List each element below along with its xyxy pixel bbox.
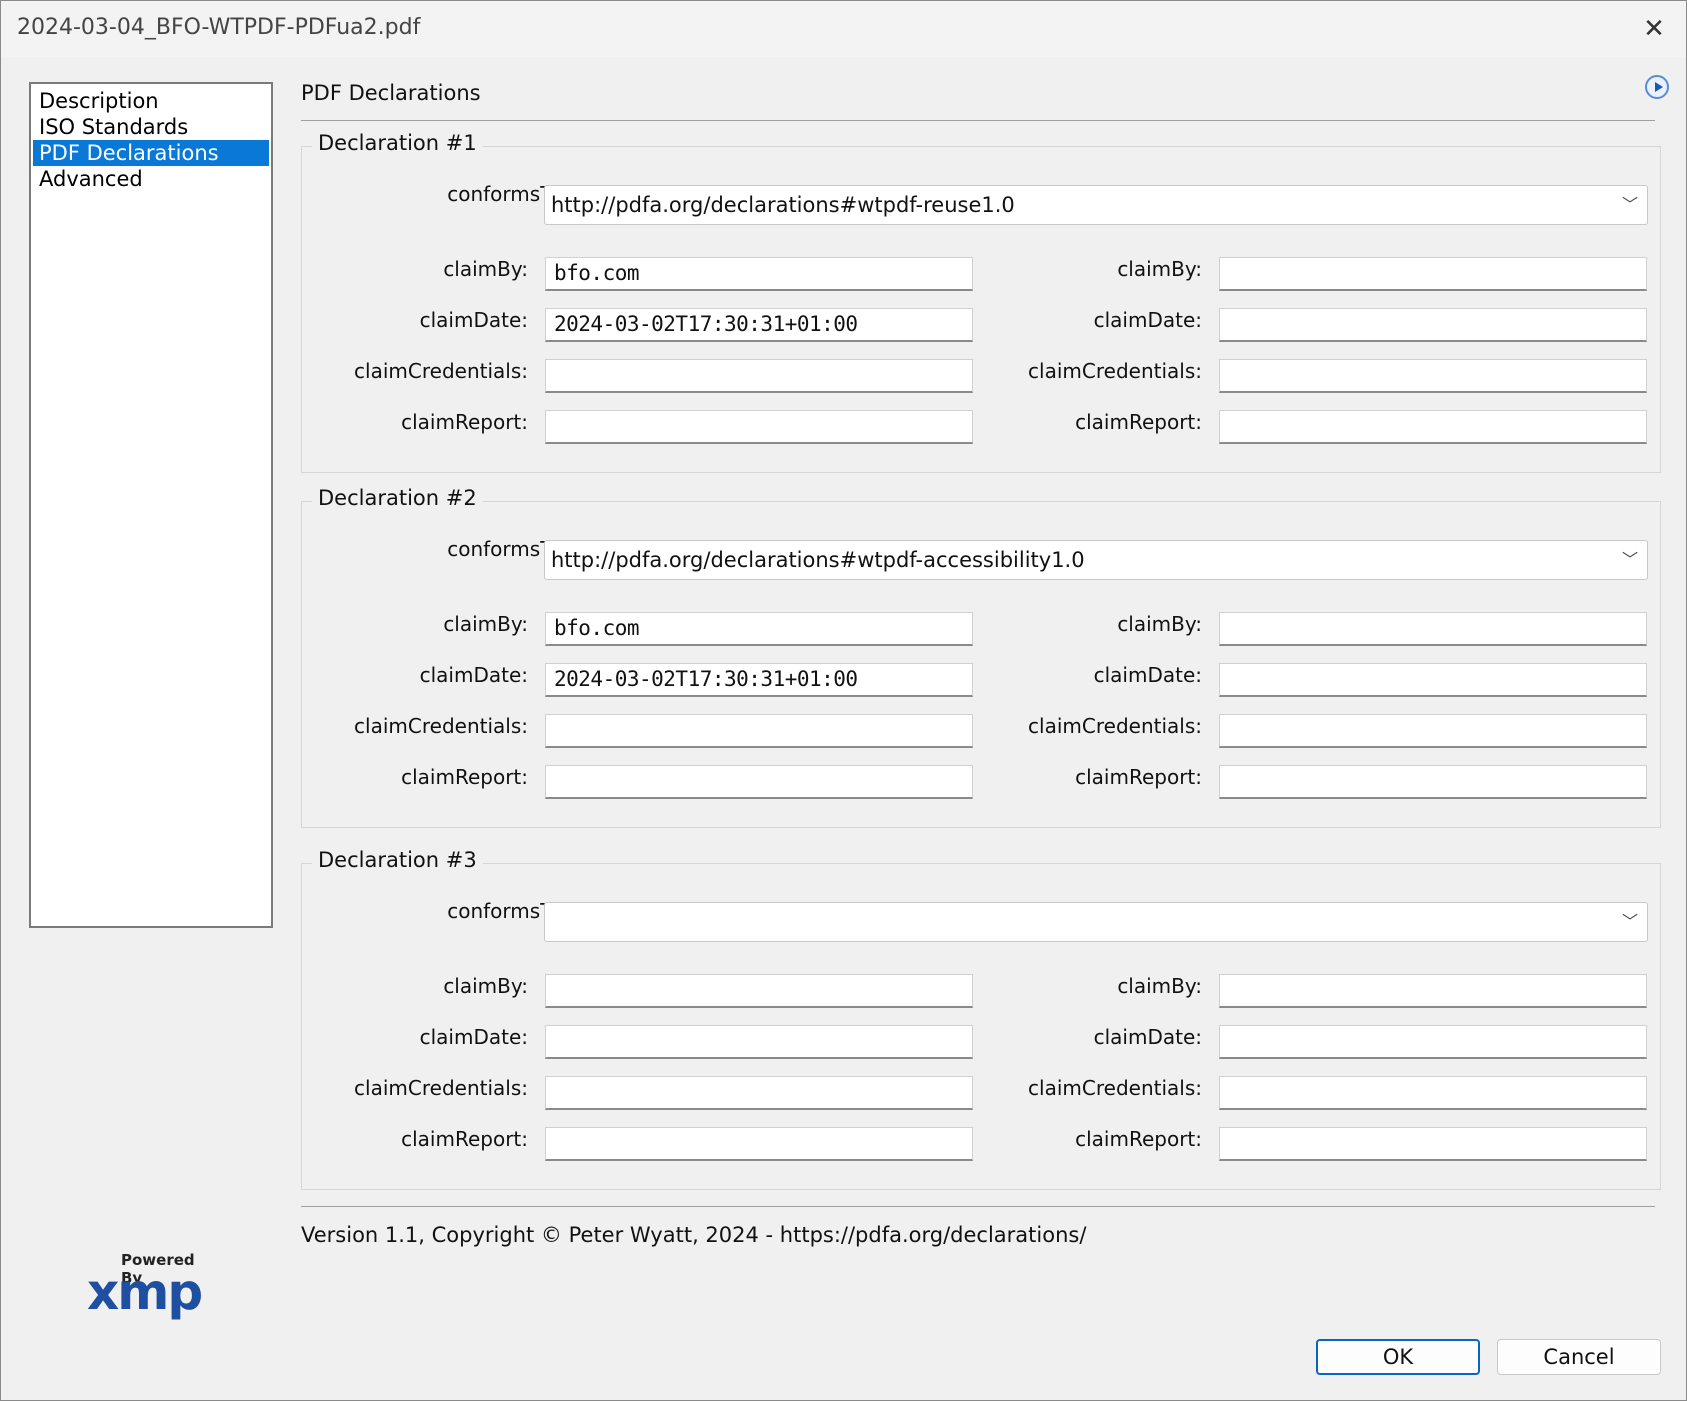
ok-button[interactable]: OK <box>1316 1339 1480 1375</box>
claim-by-field[interactable] <box>1219 612 1647 646</box>
dialog-window: 2024-03-04_BFO-WTPDF-PDFua2.pdf ✕ Descri… <box>0 0 1687 1401</box>
claim-report-label: claimReport: <box>1075 765 1202 789</box>
close-icon[interactable]: ✕ <box>1638 13 1670 45</box>
divider <box>301 120 1655 121</box>
claim-credentials-label: claimCredentials: <box>1028 1076 1202 1100</box>
claim-credentials-field[interactable] <box>1219 1076 1647 1110</box>
claim-date-field[interactable] <box>1219 663 1647 697</box>
claim-report-label: claimReport: <box>1075 1127 1202 1151</box>
conforms-to-combobox[interactable]: http://pdfa.org/declarations#wtpdf-acces… <box>544 540 1648 580</box>
conforms-to-combobox[interactable]: ﹀ <box>544 902 1648 942</box>
claim-by-field[interactable] <box>1219 257 1647 291</box>
conforms-to-value: http://pdfa.org/declarations#wtpdf-acces… <box>551 548 1085 572</box>
claim-date-field[interactable] <box>1219 308 1647 342</box>
conforms-to-value: http://pdfa.org/declarations#wtpdf-reuse… <box>551 193 1015 217</box>
claim-credentials-label: claimCredentials: <box>1028 359 1202 383</box>
conforms-to-combobox[interactable]: http://pdfa.org/declarations#wtpdf-reuse… <box>544 185 1648 225</box>
claim-credentials-field[interactable] <box>1219 714 1647 748</box>
claim-date-field[interactable]: 2024-03-02T17:30:31+01:00 <box>545 663 973 697</box>
claim-by-label: claimBy: <box>1117 974 1202 998</box>
claim-date-label: claimDate: <box>1093 663 1202 687</box>
group-legend: Declaration #3 <box>312 848 483 872</box>
claim-credentials-field[interactable] <box>545 359 973 393</box>
claim-report-label: claimReport: <box>401 765 528 789</box>
claim-report-field[interactable] <box>545 1127 973 1161</box>
claim-report-label: claimReport: <box>1075 410 1202 434</box>
claim-by-label: claimBy: <box>443 974 528 998</box>
cancel-button[interactable]: Cancel <box>1497 1339 1661 1375</box>
group-legend: Declaration #1 <box>312 131 483 155</box>
nav-item-advanced[interactable]: Advanced <box>33 166 269 192</box>
claim-by-label: claimBy: <box>1117 612 1202 636</box>
claim-report-field[interactable] <box>1219 410 1647 444</box>
claim-report-label: claimReport: <box>401 1127 528 1151</box>
chevron-down-icon: ﹀ <box>1621 195 1638 214</box>
conforms-to-label: conformsTo: <box>447 537 568 561</box>
claim-report-field[interactable] <box>1219 1127 1647 1161</box>
claim-credentials-field[interactable] <box>545 1076 973 1110</box>
page-title: PDF Declarations <box>301 81 481 105</box>
nav-item-description[interactable]: Description <box>33 88 269 114</box>
claim-report-field[interactable] <box>1219 765 1647 799</box>
info-arrow-icon[interactable] <box>1645 75 1669 99</box>
declaration-group-3: Declaration #3 conformsTo: ﹀ claimBy: cl… <box>301 848 1661 1190</box>
claim-by-field[interactable]: bfo.com <box>545 257 973 291</box>
category-list: Description ISO Standards PDF Declaratio… <box>29 82 273 928</box>
claim-by-label: claimBy: <box>443 257 528 281</box>
version-text: Version 1.1, Copyright © Peter Wyatt, 20… <box>301 1223 1087 1247</box>
chevron-down-icon: ﹀ <box>1621 550 1638 569</box>
claim-credentials-label: claimCredentials: <box>354 714 528 738</box>
claim-credentials-label: claimCredentials: <box>1028 714 1202 738</box>
claim-credentials-label: claimCredentials: <box>354 1076 528 1100</box>
nav-item-pdf-declarations[interactable]: PDF Declarations <box>33 140 269 166</box>
chevron-down-icon: ﹀ <box>1621 912 1638 931</box>
claim-date-field[interactable] <box>1219 1025 1647 1059</box>
declaration-group-2: Declaration #2 conformsTo: http://pdfa.o… <box>301 486 1661 828</box>
claim-date-label: claimDate: <box>419 308 528 332</box>
claim-date-label: claimDate: <box>419 1025 528 1049</box>
claim-report-field[interactable] <box>545 765 973 799</box>
claim-by-label: claimBy: <box>443 612 528 636</box>
conforms-to-label: conformsTo: <box>447 182 568 206</box>
claim-date-field[interactable] <box>545 1025 973 1059</box>
claim-by-label: claimBy: <box>1117 257 1202 281</box>
claim-report-field[interactable] <box>545 410 973 444</box>
claim-report-label: claimReport: <box>401 410 528 434</box>
conforms-to-label: conformsTo: <box>447 899 568 923</box>
claim-date-field[interactable]: 2024-03-02T17:30:31+01:00 <box>545 308 973 342</box>
claim-by-field[interactable]: bfo.com <box>545 612 973 646</box>
xmp-logo: Powered By xmp <box>87 1251 217 1321</box>
declaration-group-1: Declaration #1 conformsTo: http://pdfa.o… <box>301 131 1661 473</box>
title-bar: 2024-03-04_BFO-WTPDF-PDFua2.pdf ✕ <box>1 1 1686 57</box>
window-title: 2024-03-04_BFO-WTPDF-PDFua2.pdf <box>17 15 421 40</box>
claim-credentials-field[interactable] <box>1219 359 1647 393</box>
claim-credentials-label: claimCredentials: <box>354 359 528 383</box>
divider <box>301 1206 1655 1207</box>
claim-date-label: claimDate: <box>1093 1025 1202 1049</box>
xmp-brand-text: xmp <box>87 1263 203 1321</box>
claim-by-field[interactable] <box>1219 974 1647 1008</box>
claim-by-field[interactable] <box>545 974 973 1008</box>
claim-credentials-field[interactable] <box>545 714 973 748</box>
claim-date-label: claimDate: <box>1093 308 1202 332</box>
group-legend: Declaration #2 <box>312 486 483 510</box>
claim-date-label: claimDate: <box>419 663 528 687</box>
nav-item-iso-standards[interactable]: ISO Standards <box>33 114 269 140</box>
